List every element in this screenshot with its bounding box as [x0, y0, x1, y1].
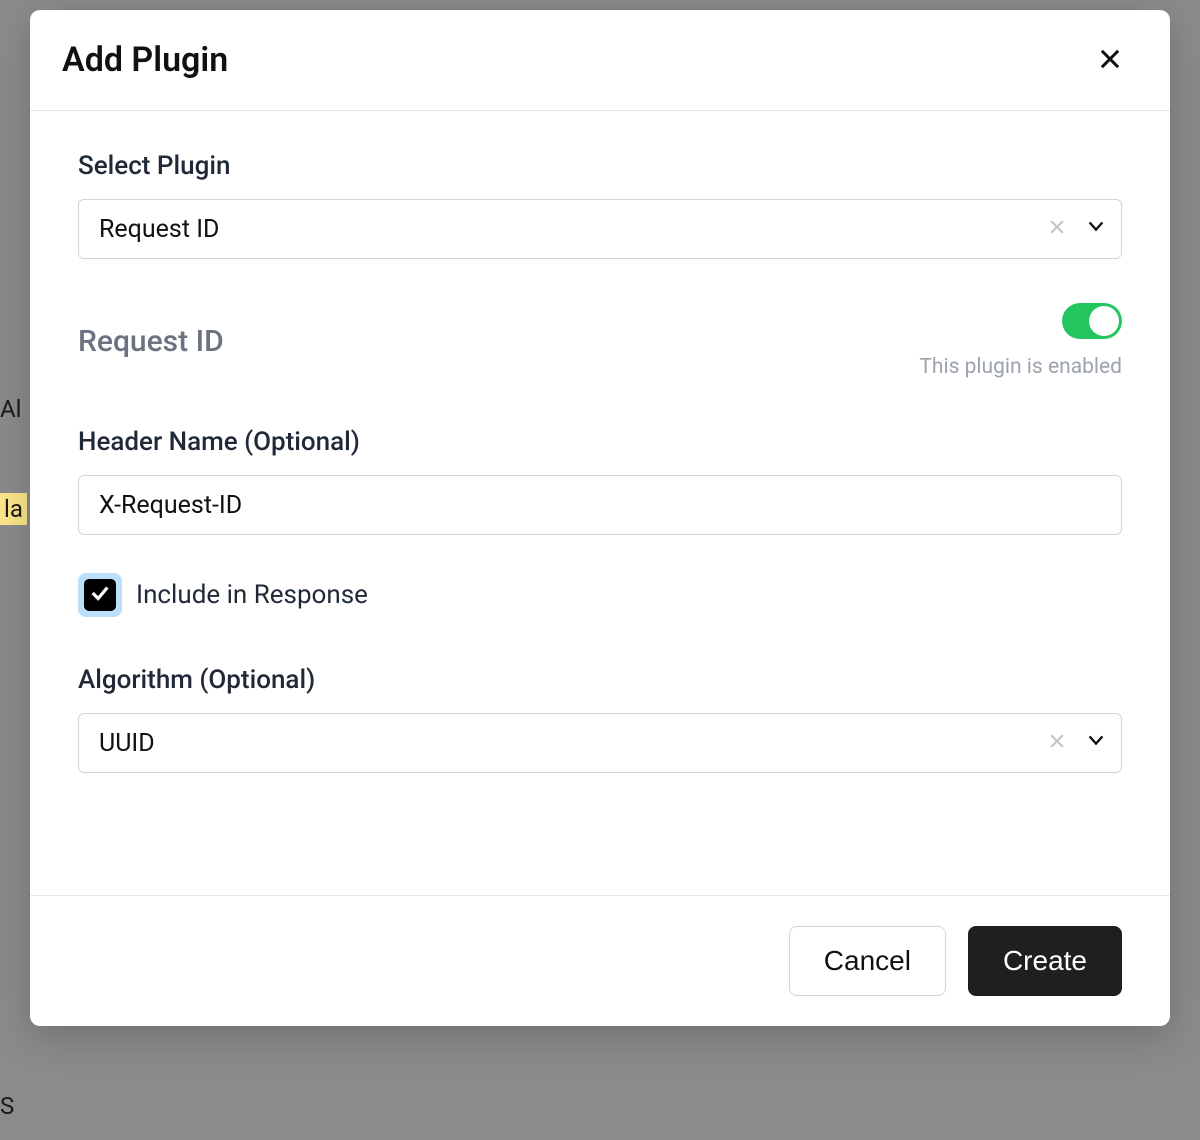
plugin-enabled-toggle[interactable] [1062, 303, 1122, 339]
clear-icon[interactable] [1047, 215, 1067, 244]
create-button[interactable]: Create [968, 926, 1122, 996]
header-name-label: Header Name (Optional) [78, 427, 1122, 457]
plugin-enabled-help: This plugin is enabled [919, 355, 1122, 379]
modal-header: Add Plugin [30, 10, 1170, 111]
include-in-response-checkbox[interactable] [78, 573, 122, 617]
check-icon [89, 582, 111, 608]
toggle-knob [1089, 306, 1119, 336]
close-icon [1096, 45, 1124, 76]
add-plugin-modal: Add Plugin Select Plugin Request ID Requ… [30, 10, 1170, 1026]
header-name-input[interactable] [78, 475, 1122, 535]
select-plugin-dropdown[interactable]: Request ID [78, 199, 1122, 259]
clear-icon[interactable] [1047, 729, 1067, 758]
modal-title: Add Plugin [62, 40, 228, 80]
select-plugin-value: Request ID [99, 215, 1047, 244]
background-tag: la [0, 495, 27, 523]
include-in-response-label: Include in Response [136, 580, 368, 610]
background-text: Al [0, 395, 22, 423]
background-text: S [0, 1092, 14, 1120]
cancel-button[interactable]: Cancel [789, 926, 946, 996]
modal-footer: Cancel Create [30, 895, 1170, 1026]
select-plugin-label: Select Plugin [78, 151, 1122, 181]
chevron-down-icon [1085, 215, 1107, 244]
algorithm-value: UUID [99, 729, 1047, 758]
algorithm-label: Algorithm (Optional) [78, 665, 1122, 695]
modal-body: Select Plugin Request ID Request ID This… [30, 111, 1170, 895]
plugin-name-heading: Request ID [78, 324, 224, 359]
close-button[interactable] [1090, 40, 1130, 80]
algorithm-dropdown[interactable]: UUID [78, 713, 1122, 773]
chevron-down-icon [1085, 729, 1107, 758]
